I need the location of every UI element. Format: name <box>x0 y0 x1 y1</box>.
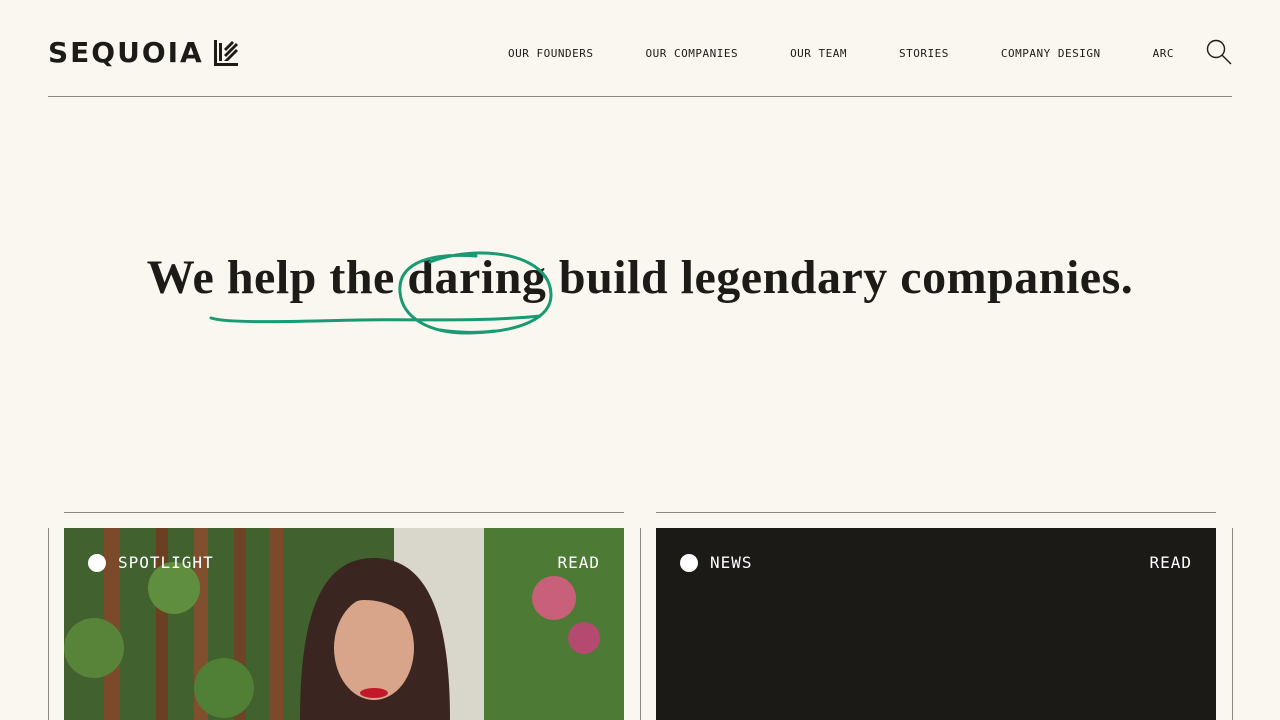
main-nav: OUR FOUNDERS OUR COMPANIES OUR TEAM STOR… <box>508 46 1174 62</box>
site-header: SEQUOIA OUR FOUNDERS OUR COMPANIES OUR T… <box>48 0 1232 97</box>
headline-part-we: We <box>146 251 227 304</box>
sequoia-logo[interactable]: SEQUOIA <box>48 38 238 68</box>
logo-wordmark: SEQUOIA <box>48 36 204 69</box>
nav-our-companies[interactable]: OUR COMPANIES <box>645 46 738 62</box>
nav-our-team[interactable]: OUR TEAM <box>790 46 847 62</box>
news-card-meta: NEWS READ <box>680 552 1192 574</box>
spotlight-read-link[interactable]: READ <box>557 552 600 574</box>
frame-left-line <box>48 528 49 720</box>
headline-word-daring: daring <box>407 251 547 304</box>
news-tag: NEWS <box>680 552 753 574</box>
headline-part-help-the: help the <box>226 251 408 304</box>
frame-center-line <box>640 528 641 720</box>
search-icon[interactable] <box>1206 39 1232 65</box>
card-top-rule <box>64 512 624 513</box>
headline-part-rest: build legendary companies. <box>546 251 1134 304</box>
spotlight-tag: SPOTLIGHT <box>88 552 214 574</box>
nav-stories[interactable]: STORIES <box>899 46 949 62</box>
spotlight-card[interactable]: SPOTLIGHT READ <box>64 528 624 720</box>
spotlight-card-meta: SPOTLIGHT READ <box>88 552 600 574</box>
nav-company-design[interactable]: COMPANY DESIGN <box>1001 46 1101 62</box>
nav-arc[interactable]: ARC <box>1153 46 1174 62</box>
nav-our-founders[interactable]: OUR FOUNDERS <box>508 46 593 62</box>
news-tag-label: NEWS <box>710 553 753 572</box>
tag-dot-icon <box>88 554 106 572</box>
frame-right-line <box>1232 528 1233 720</box>
news-card[interactable]: NEWS READ <box>656 528 1216 720</box>
hero: We help the daring build legendary compa… <box>0 250 1280 305</box>
logo-leaf-icon <box>213 40 238 66</box>
news-read-link[interactable]: READ <box>1149 552 1192 574</box>
tag-dot-icon <box>680 554 698 572</box>
spotlight-tag-label: SPOTLIGHT <box>118 553 214 572</box>
hero-headline: We help the daring build legendary compa… <box>147 250 1134 305</box>
card-top-rule <box>656 512 1216 513</box>
